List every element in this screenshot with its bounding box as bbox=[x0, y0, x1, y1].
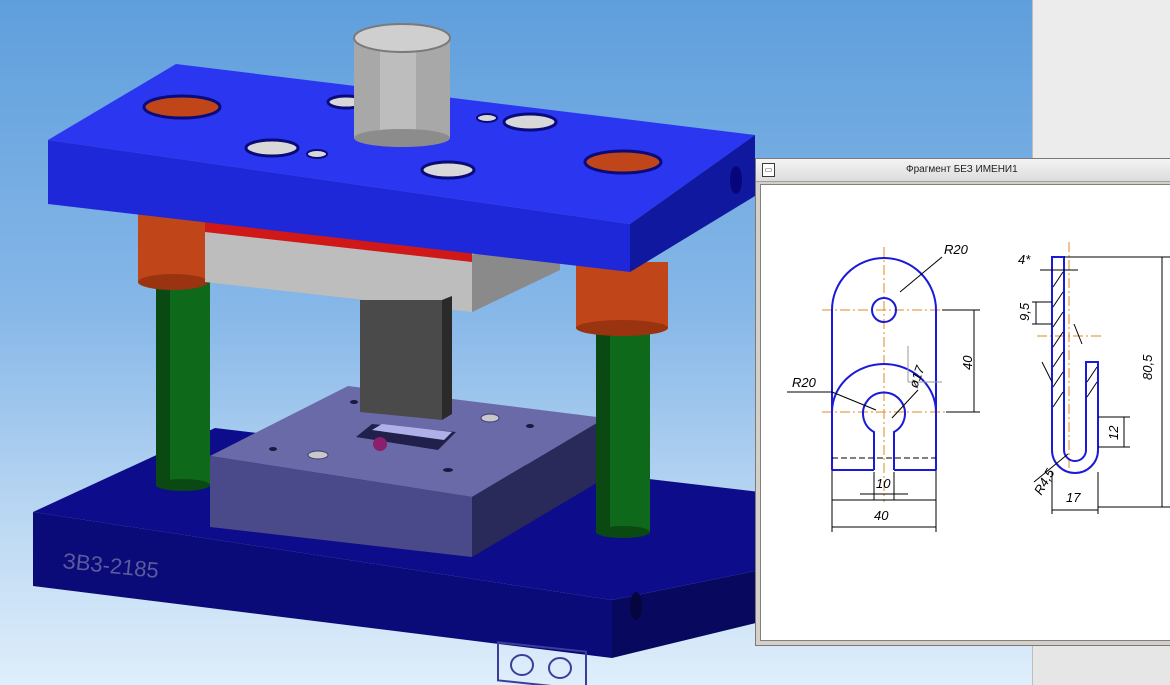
nameplate-hole-right bbox=[548, 657, 572, 679]
window-title: Фрагмент БЕЗ ИМЕНИ1 bbox=[906, 164, 1018, 175]
shank-top bbox=[353, 23, 451, 53]
dim-bend-radius[interactable]: R4,5 bbox=[1031, 465, 1058, 497]
window-titlebar[interactable]: ▭ Фрагмент БЕЗ ИМЕНИ1 bbox=[756, 159, 1170, 182]
guide-bushing-right[interactable] bbox=[576, 262, 668, 328]
guide-pillar-left-shade bbox=[156, 270, 170, 485]
bolt-hole bbox=[244, 138, 300, 158]
side-panel-bottom bbox=[1033, 642, 1170, 685]
base-side-hole bbox=[630, 592, 642, 620]
dim-lower-radius[interactable]: R20 bbox=[792, 375, 817, 390]
die-hole bbox=[480, 413, 500, 423]
pilot-pin bbox=[373, 437, 387, 451]
drawing-sheet[interactable]: R20 ø17 R20 40 10 40 4* 9,5 80,5 12 R4,5… bbox=[761, 185, 1170, 641]
bolt-hole bbox=[502, 112, 558, 132]
document-icon[interactable]: ▭ bbox=[762, 163, 775, 177]
die-hole bbox=[526, 424, 534, 428]
dim-total-height[interactable]: 80,5 bbox=[1140, 354, 1155, 380]
section-hatch bbox=[1052, 271, 1098, 408]
punch[interactable] bbox=[360, 300, 442, 420]
dimension-lines bbox=[787, 256, 1170, 532]
pin-hole bbox=[476, 113, 498, 123]
nameplate-hole-left bbox=[510, 654, 534, 676]
centerlines bbox=[822, 242, 1102, 502]
dim-hole-diameter[interactable]: ø17 bbox=[906, 363, 928, 390]
guide-pillar-right-shade bbox=[596, 320, 610, 532]
die-hole bbox=[269, 447, 277, 451]
pin-hole bbox=[306, 149, 328, 159]
fragment-window[interactable]: ▭ Фрагмент БЕЗ ИМЕНИ1 R20 ø17 R20 40 10 … bbox=[755, 158, 1170, 646]
dim-offset-9-5[interactable]: 9,5 bbox=[1017, 302, 1032, 321]
guide-pillar-right-base bbox=[596, 526, 650, 538]
guide-bushing-left[interactable] bbox=[138, 212, 208, 282]
dim-total-width[interactable]: 40 bbox=[874, 508, 889, 523]
dim-slot-width[interactable]: 10 bbox=[876, 476, 891, 491]
punch-side bbox=[442, 296, 452, 420]
guide-pillar-left-base bbox=[156, 479, 210, 491]
drawing-canvas[interactable]: R20 ø17 R20 40 10 40 4* 9,5 80,5 12 R4,5… bbox=[760, 184, 1170, 641]
side-port-hole bbox=[730, 166, 742, 194]
side-view-outline bbox=[1051, 256, 1099, 474]
dim-top-radius[interactable]: R20 bbox=[944, 242, 969, 257]
dim-height-40[interactable]: 40 bbox=[960, 355, 975, 370]
bolt-hole bbox=[420, 160, 476, 180]
die-hole bbox=[350, 400, 358, 404]
dim-bend-height[interactable]: 12 bbox=[1106, 425, 1121, 440]
dim-thickness[interactable]: 4* bbox=[1018, 252, 1031, 267]
die-hole bbox=[443, 468, 453, 472]
shank-highlight bbox=[380, 38, 416, 138]
shank-bottom bbox=[354, 129, 450, 147]
bushing-bore-left bbox=[142, 94, 222, 120]
die-hole bbox=[307, 450, 329, 460]
guide-bushing-left-bottom bbox=[138, 274, 208, 290]
guide-bushing-right-bottom bbox=[576, 320, 668, 336]
bushing-bore-right bbox=[583, 149, 663, 175]
dim-bend-width[interactable]: 17 bbox=[1066, 490, 1081, 505]
